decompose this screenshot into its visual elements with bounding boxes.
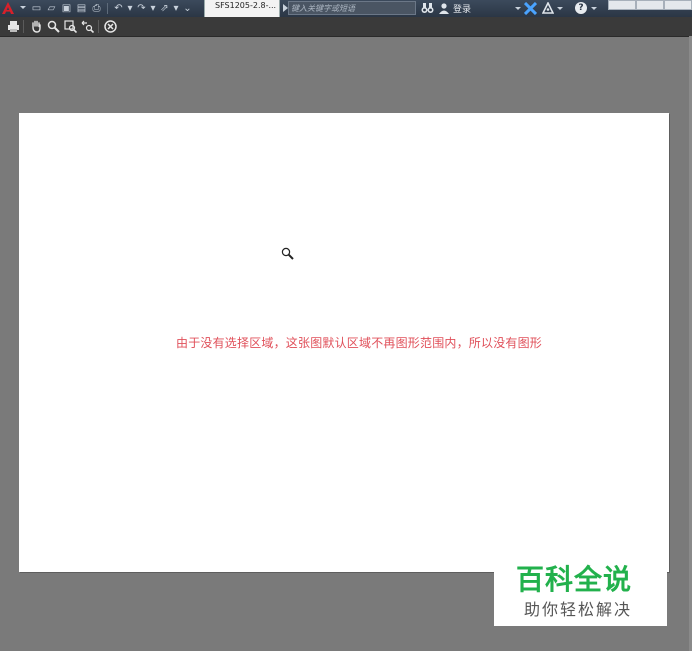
autodesk-360-icon[interactable] (542, 2, 554, 14)
minimize-button[interactable] (608, 0, 636, 10)
print-icon[interactable] (7, 20, 20, 33)
separator (98, 20, 99, 33)
document-tab-label: SFS1205-2.8-... (215, 1, 277, 10)
open-icon[interactable]: ▱ (45, 2, 58, 15)
window-controls (608, 0, 692, 10)
help-dropdown-icon[interactable] (591, 7, 597, 10)
login-dropdown-icon[interactable] (515, 7, 521, 10)
share-dropdown-icon[interactable]: ▾ (173, 2, 179, 15)
saveas-icon[interactable]: ▤ (75, 2, 88, 15)
separator (107, 3, 108, 14)
autodesk-360-dropdown-icon[interactable] (557, 7, 563, 10)
search-input[interactable] (291, 2, 411, 14)
redo-icon[interactable]: ↷ (135, 2, 148, 15)
new-icon[interactable]: ▭ (30, 2, 43, 15)
watermark-logo: 百科全说 助你轻松解决 (494, 558, 667, 626)
exchange-icon[interactable] (524, 2, 537, 15)
help-icon[interactable]: ? (575, 2, 587, 14)
zoom-original-icon[interactable] (81, 20, 94, 33)
pan-icon[interactable] (30, 20, 43, 33)
separator (23, 20, 24, 33)
watermark-title: 百科全说 (516, 563, 633, 596)
annotation-message: 由于没有选择区域，这张图默认区域不再图形范围内，所以没有图形 (176, 336, 543, 350)
customize-dropdown-icon[interactable]: ⌄ (181, 2, 194, 15)
user-icon[interactable] (438, 2, 450, 14)
search-box[interactable] (288, 1, 416, 15)
save-icon[interactable]: ▣ (60, 2, 73, 15)
close-preview-icon[interactable] (104, 20, 117, 33)
zoom-window-icon[interactable] (64, 20, 77, 33)
plot-icon[interactable]: ⎙ (90, 2, 103, 15)
undo-dropdown-icon[interactable]: ▾ (127, 2, 133, 15)
title-bar: ▭ ▱ ▣ ▤ ⎙ ↶ ▾ ↷ ▾ ⇗ ▾ ⌄ SFS1205-2.8-... … (0, 0, 692, 17)
preview-toolbar (0, 17, 692, 37)
quick-access-toolbar: ▭ ▱ ▣ ▤ ⎙ ↶ ▾ ↷ ▾ ⇗ ▾ ⌄ (30, 1, 194, 16)
watermark-subtitle: 助你轻松解决 (524, 600, 633, 619)
zoom-cursor-icon (281, 247, 294, 260)
zoom-icon[interactable] (47, 20, 60, 33)
close-window-button[interactable] (664, 0, 692, 10)
autocad-a-icon[interactable] (1, 1, 15, 15)
document-tab[interactable]: SFS1205-2.8-... (204, 0, 280, 17)
undo-icon[interactable]: ↶ (112, 2, 125, 15)
share-icon[interactable]: ⇗ (158, 2, 171, 15)
redo-dropdown-icon[interactable]: ▾ (150, 2, 156, 15)
restore-button[interactable] (636, 0, 664, 10)
app-menu-chevron-icon[interactable] (20, 6, 26, 9)
binoculars-icon[interactable] (421, 2, 434, 14)
login-label[interactable]: 登录 (453, 2, 471, 15)
